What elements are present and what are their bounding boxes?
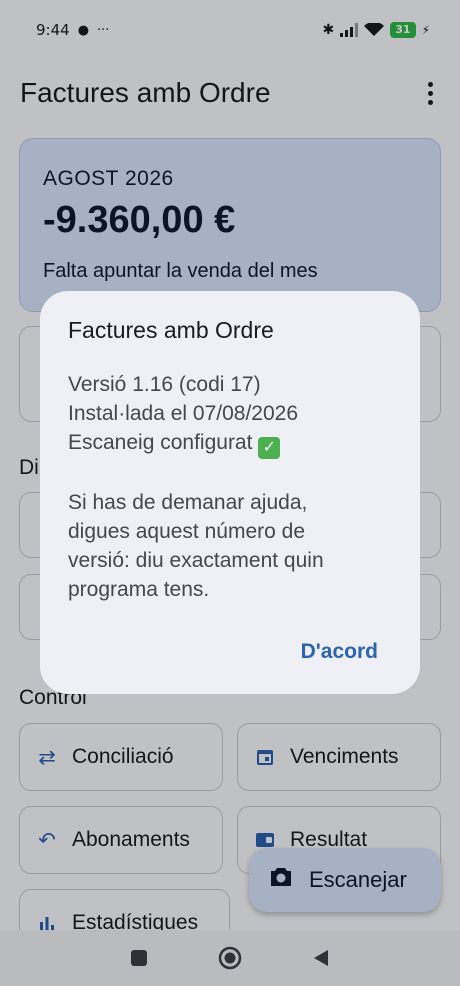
dialog-help-line-2: digues aquest número de — [68, 520, 305, 543]
about-dialog: Factures amb Ordre Versió 1.16 (codi 17)… — [40, 291, 420, 694]
dialog-help-line-1: Si has de demanar ajuda, — [68, 491, 308, 514]
dialog-title: Factures amb Ordre — [68, 317, 274, 343]
dialog-installed: Instal·lada el 07/08/2026 — [68, 402, 299, 425]
dialog-body: Versió 1.16 (codi 17) Instal·lada el 07/… — [68, 370, 392, 604]
check-mark-icon: ✓ — [258, 437, 281, 459]
dialog-help-line-3: versió: diu exactament quin — [68, 549, 324, 572]
dialog-scan-status: Escaneig configurat ✓ — [68, 428, 392, 459]
dialog-version: Versió 1.16 (codi 17) — [68, 373, 261, 396]
dialog-ok-button[interactable]: D'acord — [301, 640, 378, 664]
screen: 9:44 ● ··· ✱ 31 ⚡ Factures amb Ordre AGO… — [0, 0, 460, 986]
dialog-help-line-4: programa tens. — [68, 578, 210, 601]
